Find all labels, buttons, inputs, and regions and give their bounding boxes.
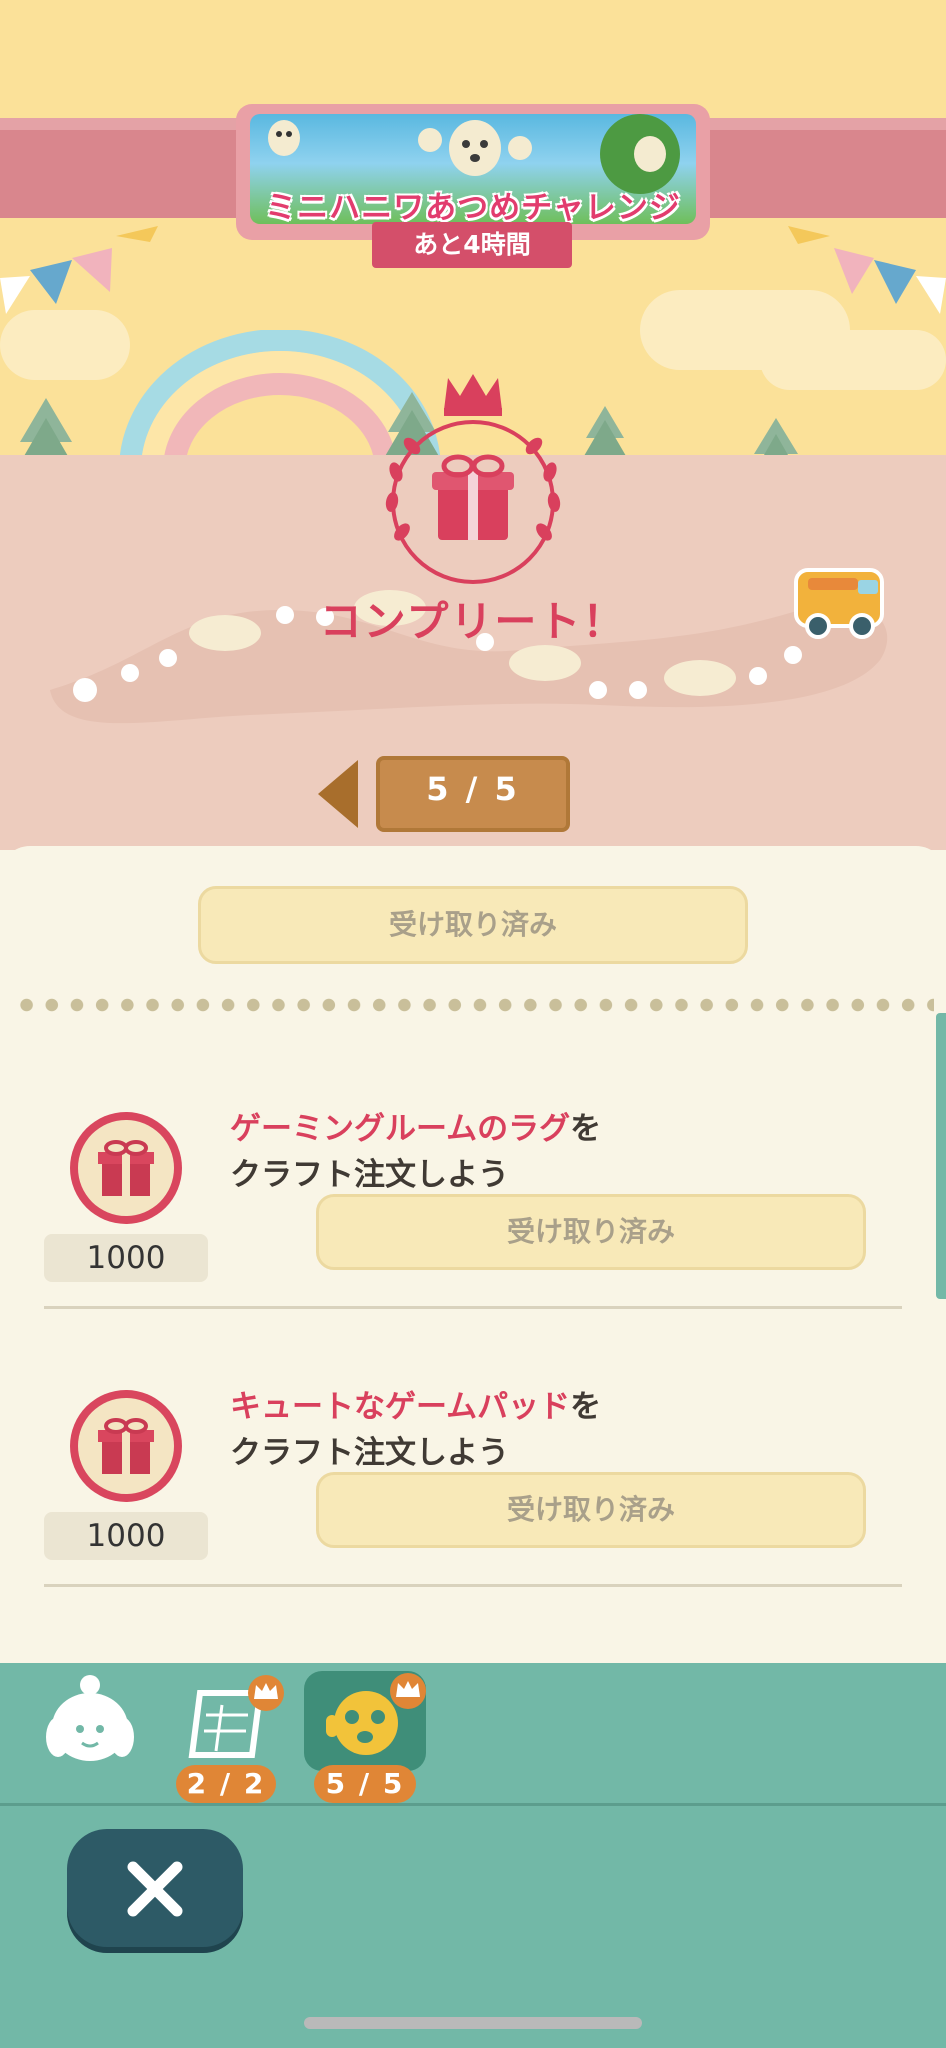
- calendar-progress-badge: 2 / 2: [176, 1765, 276, 1803]
- bottom-nav: 2 / 2 5 / 5: [0, 1663, 946, 2048]
- close-icon: [127, 1861, 183, 1917]
- event-banner-image: ミニハニワあつめチャレンジ: [250, 114, 696, 224]
- haniwa-mascot-icon: [418, 120, 532, 176]
- claimed-button-label: 受け取り済み: [506, 1215, 675, 1248]
- task-action: クラフト注文しよう: [230, 1435, 509, 1471]
- claimed-button[interactable]: 受け取り済み: [316, 1472, 866, 1548]
- task-particle: を: [570, 1111, 602, 1147]
- close-button[interactable]: [67, 1829, 243, 1947]
- cloud: [760, 330, 946, 390]
- tab-calendar[interactable]: 2 / 2: [176, 1671, 286, 1803]
- nav-divider: [0, 1803, 946, 1806]
- page-indicator-text: 5 / 5: [426, 770, 520, 808]
- bunting-left: [0, 226, 158, 314]
- claimed-button[interactable]: 受け取り済み: [316, 1194, 866, 1270]
- bunting-right: [788, 226, 946, 314]
- complete-label: コンプリート！: [319, 597, 627, 646]
- reward-amount: 1000: [44, 1234, 208, 1282]
- event-title: ミニハニワあつめチャレンジ: [265, 190, 681, 224]
- row-divider: [44, 1584, 902, 1587]
- previous-page-arrow-icon[interactable]: [318, 760, 358, 828]
- claimed-button-label: 受け取り済み: [506, 1493, 675, 1526]
- calendar-icon: [188, 1675, 284, 1758]
- isabelle-icon: [46, 1675, 134, 1761]
- event-scene: ミニハニワあつめチャレンジ あと4時間 コンプリート！ 5 / 5: [0, 0, 946, 850]
- page-indicator: 5 / 5: [376, 756, 570, 832]
- tab-isabelle[interactable]: [44, 1671, 136, 1775]
- time-remaining-badge: あと4時間: [372, 222, 572, 268]
- row-divider: [44, 1306, 902, 1309]
- home-indicator[interactable]: [304, 2017, 642, 2029]
- task-action: クラフト注文しよう: [230, 1157, 509, 1193]
- task-description: キュートなゲームパッドを クラフト注文しよう: [230, 1384, 601, 1476]
- reward-amount: 1000: [44, 1512, 208, 1560]
- dotted-divider: [14, 998, 934, 1012]
- reward-gift-icon: [70, 1390, 182, 1502]
- challenge-panel[interactable]: 受け取り済み 1000 ゲーミングルームのラグを クラフト注文しよう 受け取り済…: [0, 846, 946, 1666]
- claimed-button-top[interactable]: 受け取り済み: [198, 886, 748, 964]
- claimed-button-label: 受け取り済み: [388, 908, 557, 941]
- complete-emblem-icon: [385, 374, 561, 584]
- haniwa-icon: [326, 1673, 426, 1755]
- task-description: ゲーミングルームのラグを クラフト注文しよう: [230, 1106, 601, 1198]
- task-row: 1000 ゲーミングルームのラグを クラフト注文しよう 受け取り済み: [0, 1111, 946, 1390]
- cloud: [0, 310, 130, 380]
- task-item-name: キュートなゲームパッド: [230, 1389, 571, 1425]
- haniwa-mascot-icon: [268, 120, 300, 156]
- task-particle: を: [570, 1389, 602, 1425]
- task-row: 1000 キュートなゲームパッドを クラフト注文しよう 受け取り済み: [0, 1389, 946, 1666]
- reward-gift-icon: [70, 1112, 182, 1224]
- haniwa-progress-badge: 5 / 5: [314, 1765, 416, 1803]
- task-item-name: ゲーミングルームのラグ: [230, 1111, 571, 1147]
